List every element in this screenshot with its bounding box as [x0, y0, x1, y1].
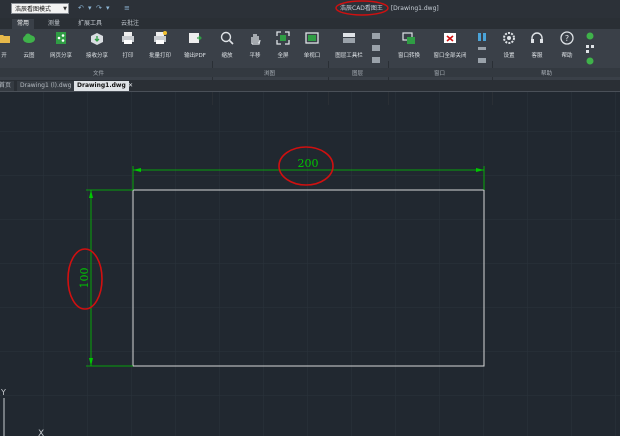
close-all-windows-button[interactable]: 窗口全部关闭: [428, 31, 472, 59]
fullscreen-button[interactable]: 全屏: [272, 31, 294, 59]
batch-printer-icon: [154, 31, 167, 44]
cloud-button[interactable]: 云图: [18, 31, 40, 59]
gear-icon: [503, 32, 515, 44]
tab-common[interactable]: 常用: [12, 19, 35, 29]
window-switch-button[interactable]: 窗口转换: [392, 31, 426, 59]
pan-button[interactable]: 平移: [244, 31, 266, 59]
group-label-view: 浏图: [264, 71, 276, 77]
tab-extend-tools[interactable]: 扩展工具: [78, 19, 102, 29]
help-icon: ?: [560, 31, 574, 45]
group-label-window: 窗口: [434, 71, 446, 77]
help-tools-icon: [586, 32, 594, 65]
single-viewport-button[interactable]: 单视口: [300, 31, 324, 59]
open-button[interactable]: 开: [0, 31, 12, 59]
svg-text:?: ?: [565, 34, 569, 43]
close-all-icon: [444, 33, 456, 43]
layer-toolbar-button[interactable]: 图层工具栏: [330, 31, 368, 59]
dimension-height-label: 100: [78, 268, 91, 289]
ucs-x-label: X: [38, 429, 44, 436]
headset-icon: [531, 32, 543, 43]
tab-close-icon[interactable]: ✕: [125, 81, 136, 91]
window-tools-icon: [478, 33, 486, 63]
layers-icon: [343, 33, 355, 43]
dimension-width-label: 200: [298, 157, 319, 170]
tab-home[interactable]: 首页: [0, 81, 15, 91]
receive-share-button[interactable]: 接收分享: [82, 31, 112, 59]
web-share-button[interactable]: 网页分享: [46, 31, 76, 59]
zoom-button[interactable]: 缩放: [216, 31, 238, 59]
group-label-file: 文件: [93, 71, 105, 77]
batch-print-button[interactable]: 批量打印: [144, 31, 176, 59]
receive-box-icon: [91, 33, 103, 45]
hand-icon: [251, 34, 261, 45]
print-button[interactable]: 打印: [118, 31, 138, 59]
tab-drawing1-active[interactable]: Drawing1.dwg: [74, 81, 129, 91]
open-folder-icon: [0, 35, 10, 43]
magnifier-icon: [220, 31, 234, 45]
group-label-help: 帮助: [541, 71, 553, 77]
canvas-grid: [0, 92, 620, 436]
tab-cloud-annotation[interactable]: 云批注: [121, 19, 139, 29]
ribbon-tab-bar: 常用 测量 扩展工具 云批注: [0, 18, 620, 29]
share-icon: [56, 32, 66, 44]
tab-drawing1-l[interactable]: Drawing1 (l).dwg: [17, 81, 75, 91]
layer-tools-icon: [372, 33, 380, 63]
file-tab-bar: 首页 Drawing1 (l).dwg Drawing1.dwg ✕: [0, 80, 620, 92]
tab-measure[interactable]: 测量: [48, 19, 60, 29]
window-switch-icon: [402, 32, 415, 44]
fullscreen-icon: [276, 31, 290, 45]
customer-service-button[interactable]: 客服: [526, 31, 548, 59]
viewport-icon: [305, 32, 319, 44]
printer-icon: [122, 32, 134, 44]
cloud-icon: [23, 33, 35, 43]
settings-button[interactable]: 设置: [498, 31, 520, 59]
help-button[interactable]: ? 帮助: [556, 31, 578, 59]
pdf-export-icon: [189, 33, 202, 43]
group-label-layer: 图层: [352, 71, 364, 77]
drawing-canvas[interactable]: 200 100 Y X: [0, 92, 620, 436]
ucs-y-label: Y: [0, 388, 6, 397]
export-pdf-button[interactable]: 输出PDF: [180, 31, 210, 59]
title-annotation-ellipse: [335, 0, 389, 16]
